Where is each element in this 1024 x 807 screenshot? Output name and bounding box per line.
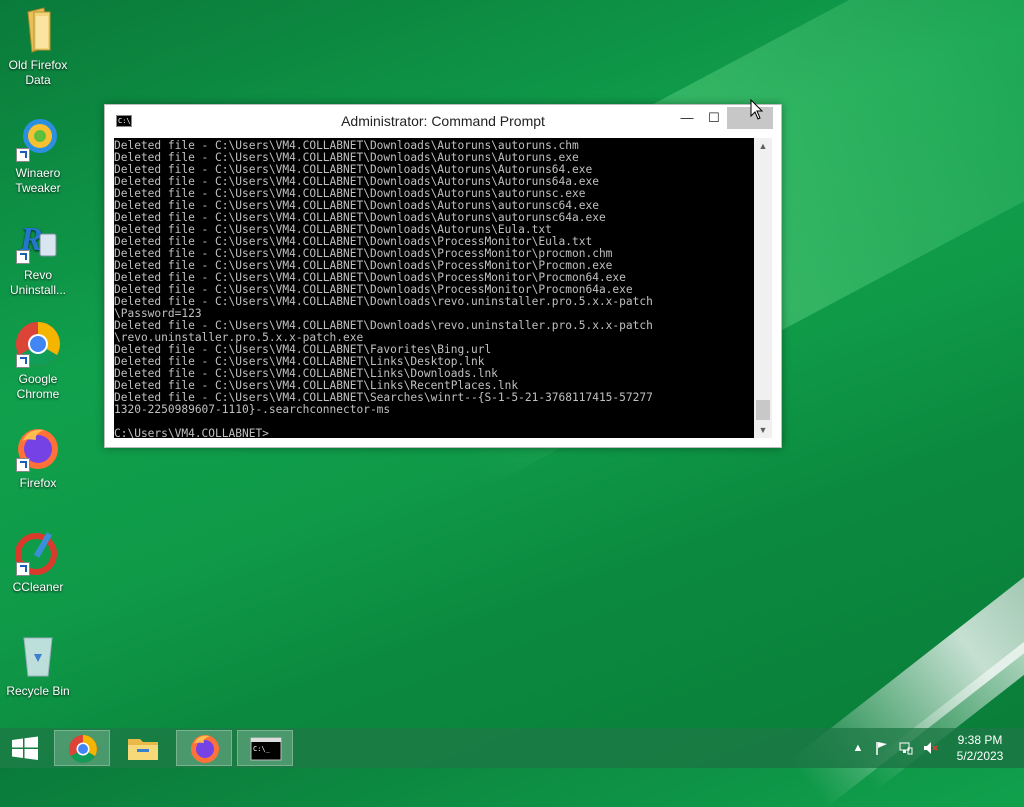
desktop-icon-recycle-bin[interactable]: Recycle Bin	[0, 632, 76, 699]
taskbar-item-command-prompt[interactable]: C:\_	[237, 730, 293, 766]
scroll-down-arrow-icon[interactable]: ▼	[754, 422, 772, 438]
network-icon[interactable]	[898, 740, 914, 756]
desktop-icon-google-chrome[interactable]: Google Chrome	[0, 320, 76, 402]
chrome-icon	[69, 735, 97, 763]
console-output-area[interactable]: Deleted file - C:\Users\VM4.COLLABNET\Do…	[114, 138, 754, 438]
scrollbar-thumb[interactable]	[756, 400, 770, 420]
desktop-icon-ccleaner[interactable]: CCleaner	[0, 528, 76, 595]
firefox-icon	[191, 735, 219, 763]
firefox-icon	[14, 424, 62, 472]
taskbar-item-firefox[interactable]	[176, 730, 232, 766]
taskbar: C:\_ ▲ 9:38 PM 5/2/2023	[0, 728, 1024, 768]
desktop-icon-firefox[interactable]: Firefox	[0, 424, 76, 491]
desktop-icon-label: CCleaner	[12, 580, 64, 594]
desktop-icon-label: Chrome	[16, 387, 60, 401]
vertical-scrollbar[interactable]: ▲ ▼	[754, 138, 772, 438]
revo-uninstaller-icon: R	[14, 216, 62, 264]
start-button[interactable]	[0, 728, 50, 768]
shortcut-arrow-icon	[16, 148, 30, 162]
desktop-icon-label: Data	[25, 73, 51, 87]
windows-logo-icon	[12, 736, 38, 760]
maximize-button[interactable]: ☐	[699, 107, 729, 129]
shortcut-arrow-icon	[16, 562, 30, 576]
desktop-icon-label: Tweaker	[15, 181, 61, 195]
desktop-icon-old-firefox-data[interactable]: Old Firefox Data	[0, 6, 76, 88]
shortcut-arrow-icon	[16, 458, 30, 472]
window-titlebar[interactable]: C:\_ Administrator: Command Prompt — ☐ ✕	[105, 105, 781, 137]
desktop-icon-revo-uninstaller[interactable]: R Revo Uninstall...	[0, 216, 76, 298]
recycle-bin-icon	[14, 632, 62, 680]
mouse-cursor-icon	[750, 99, 764, 120]
taskbar-item-file-explorer[interactable]	[115, 730, 171, 766]
desktop-icon-label: Recycle Bin	[6, 684, 70, 698]
scroll-up-arrow-icon[interactable]: ▲	[754, 138, 772, 154]
desktop-icon-label: Google	[18, 372, 58, 386]
file-explorer-icon	[128, 739, 158, 760]
shortcut-arrow-icon	[16, 354, 30, 368]
clock-time: 9:38 PM	[957, 733, 1003, 747]
chrome-icon	[14, 320, 62, 368]
console-output: Deleted file - C:\Users\VM4.COLLABNET\Do…	[114, 139, 653, 439]
taskbar-clock[interactable]: 9:38 PM 5/2/2023	[940, 732, 1020, 764]
command-prompt-window[interactable]: C:\_ Administrator: Command Prompt — ☐ ✕…	[104, 104, 782, 448]
command-prompt-icon: C:\_	[250, 737, 282, 761]
volume-muted-icon[interactable]	[922, 740, 938, 756]
desktop-icon-label: Revo	[23, 268, 52, 282]
ccleaner-icon	[14, 528, 62, 576]
desktop-icon-label: Uninstall...	[9, 283, 67, 297]
desktop-icon-winaero-tweaker[interactable]: Winaero Tweaker	[0, 114, 76, 196]
show-hidden-icons-chevron-icon[interactable]: ▲	[850, 740, 866, 756]
svg-text:C:\_: C:\_	[253, 745, 271, 753]
desktop-icon-label: Firefox	[19, 476, 57, 490]
taskbar-item-chrome[interactable]	[54, 730, 110, 766]
winaero-tweaker-icon	[14, 114, 62, 162]
minimize-button[interactable]: —	[672, 107, 702, 129]
desktop-icon-label: Old Firefox	[8, 58, 68, 72]
shortcut-arrow-icon	[16, 250, 30, 264]
action-center-flag-icon[interactable]	[874, 740, 890, 756]
folder-icon	[14, 6, 62, 54]
clock-date: 5/2/2023	[956, 749, 1004, 763]
desktop-icon-label: Winaero	[15, 166, 61, 180]
